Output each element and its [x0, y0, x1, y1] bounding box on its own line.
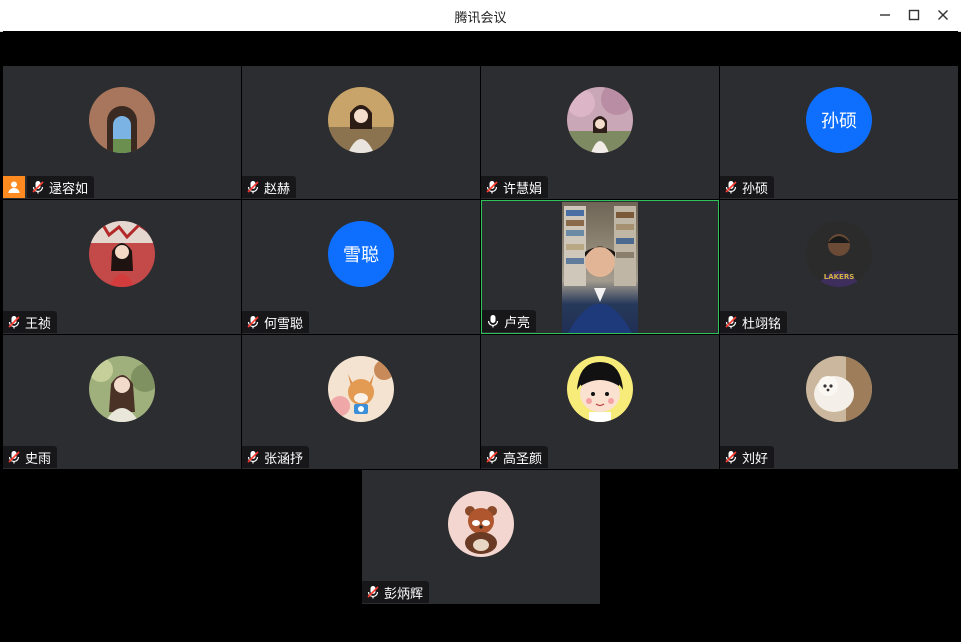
participant-name: 王祯	[25, 316, 52, 332]
participant-name: 何雪聪	[264, 316, 304, 332]
participant-tile[interactable]: 王祯	[3, 200, 241, 334]
participant-tile-speaking[interactable]: 卢亮	[481, 200, 719, 334]
avatar	[328, 356, 394, 422]
participant-tile[interactable]: 彭炳辉	[362, 470, 600, 604]
minimize-icon[interactable]	[876, 6, 894, 24]
name-tag: 高圣颜	[481, 446, 549, 468]
participant-name: 许慧娟	[503, 181, 543, 197]
mic-icon[interactable]	[485, 313, 501, 329]
mic-muted-icon[interactable]	[6, 449, 22, 465]
name-tag: 何雪聪	[242, 311, 310, 333]
avatar	[89, 87, 155, 153]
window-title: 腾讯会议	[454, 11, 507, 26]
avatar	[328, 87, 394, 153]
participant-tile[interactable]: 逯容如	[3, 66, 241, 199]
title-bar: 腾讯会议	[0, 0, 961, 32]
mic-muted-icon[interactable]	[6, 314, 22, 330]
participant-name: 孙硕	[742, 181, 769, 197]
avatar	[806, 356, 872, 422]
avatar: LAKERS	[806, 221, 872, 287]
participant-name: 卢亮	[504, 315, 531, 331]
name-tag: 史雨	[3, 446, 58, 468]
participant-name: 逯容如	[49, 181, 89, 197]
participant-name: 彭炳辉	[384, 586, 424, 602]
participant-tile[interactable]: 孙硕 孙硕	[720, 66, 958, 199]
mic-muted-icon[interactable]	[484, 449, 500, 465]
maximize-icon[interactable]	[905, 6, 923, 24]
participant-name: 赵赫	[264, 181, 291, 197]
video-feed	[562, 202, 638, 333]
participant-tile[interactable]: LAKERS 杜翊铭	[720, 200, 958, 334]
participant-name: 高圣颜	[503, 451, 543, 467]
host-icon	[3, 176, 25, 198]
close-icon[interactable]	[934, 6, 952, 24]
participant-name: 杜翊铭	[742, 316, 782, 332]
mic-muted-icon[interactable]	[365, 584, 381, 600]
mic-muted-icon[interactable]	[245, 179, 261, 195]
mic-muted-icon[interactable]	[245, 449, 261, 465]
participant-tile[interactable]: 张涵抒	[242, 335, 480, 469]
avatar: 孙硕	[806, 87, 872, 153]
participant-name: 刘好	[742, 451, 769, 467]
avatar	[89, 356, 155, 422]
avatar: 雪聪	[328, 221, 394, 287]
name-tag: 彭炳辉	[362, 581, 430, 603]
name-tag: 刘好	[720, 446, 775, 468]
mic-muted-icon[interactable]	[723, 179, 739, 195]
name-tag: 孙硕	[720, 176, 775, 198]
name-tag: 张涵抒	[242, 446, 310, 468]
svg-text:LAKERS: LAKERS	[824, 273, 855, 281]
name-tag: 逯容如	[27, 176, 95, 198]
avatar	[448, 491, 514, 557]
participant-tile[interactable]: 许慧娟	[481, 66, 719, 199]
avatar	[567, 356, 633, 422]
participant-tile[interactable]: 雪聪 何雪聪	[242, 200, 480, 334]
name-tag: 许慧娟	[481, 176, 549, 198]
video-grid: 逯容如 赵赫 许慧娟 孙硕 孙硕 王祯 雪聪 何雪聪 卢亮 LAKERS 杜翊铭…	[3, 31, 958, 637]
mic-muted-icon[interactable]	[723, 314, 739, 330]
avatar	[567, 87, 633, 153]
participant-tile[interactable]: 史雨	[3, 335, 241, 469]
mic-muted-icon[interactable]	[245, 314, 261, 330]
participant-tile[interactable]: 高圣颜	[481, 335, 719, 469]
participant-name: 张涵抒	[264, 451, 304, 467]
name-tag: 赵赫	[242, 176, 297, 198]
name-tag: 王祯	[3, 311, 58, 333]
name-tag: 杜翊铭	[720, 311, 788, 333]
mic-muted-icon[interactable]	[484, 179, 500, 195]
participant-tile[interactable]: 赵赫	[242, 66, 480, 199]
mic-muted-icon[interactable]	[30, 179, 46, 195]
participant-tile[interactable]: 刘好	[720, 335, 958, 469]
participant-name: 史雨	[25, 451, 52, 467]
mic-muted-icon[interactable]	[723, 449, 739, 465]
name-tag: 卢亮	[482, 310, 537, 332]
avatar	[89, 221, 155, 287]
